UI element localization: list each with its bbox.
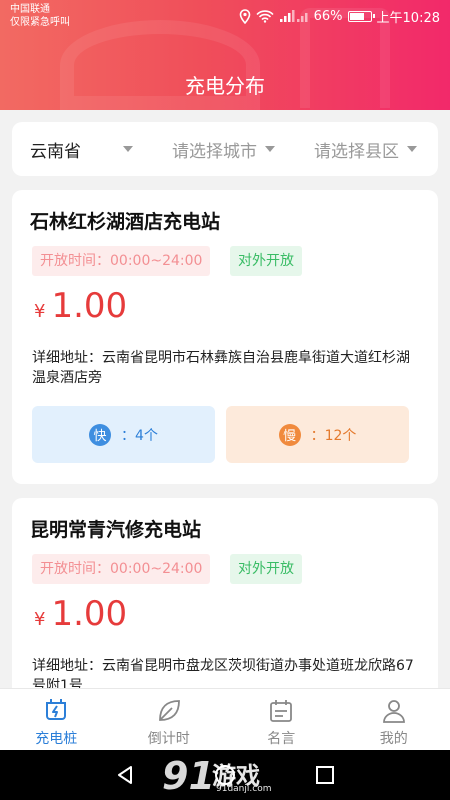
slow-charger-count[interactable]: 慢 ：12个	[226, 406, 409, 463]
tab-charging-pile[interactable]: 充电桩	[0, 689, 113, 750]
watermark-url: 91danji.com	[216, 784, 272, 794]
page-title: 充电分布	[185, 74, 265, 98]
leaf-icon	[158, 700, 180, 721]
province-select[interactable]: 云南省	[30, 122, 133, 176]
slow-count-text: ：12个	[310, 427, 357, 444]
tab-countdown[interactable]: 倒计时	[113, 689, 226, 750]
opening-hours-tag: 开放时间：00:00~24:00	[32, 246, 211, 276]
user-icon	[382, 700, 405, 723]
fast-count-text: ：4个	[121, 427, 158, 444]
opening-hours-tag: 开放时间：00:00~24:00	[32, 554, 211, 584]
province-value: 云南省	[30, 141, 81, 162]
status-bar: 中国联通 仅限紧急呼叫 66% 上午10:28	[0, 0, 450, 34]
carrier-note: 仅限紧急呼叫	[10, 17, 70, 28]
district-select[interactable]: 请选择县区	[314, 122, 417, 176]
chevron-down-icon	[123, 146, 133, 152]
tab-label: 倒计时	[147, 731, 190, 747]
carrier-info: 中国联通 仅限紧急呼叫	[10, 3, 70, 29]
watermark-logo: 91 游戏 91danji.com	[162, 754, 302, 798]
chevron-down-icon	[265, 146, 275, 152]
city-placeholder: 请选择城市	[172, 141, 257, 162]
currency-symbol: ¥	[34, 301, 46, 322]
region-filter: 云南省 请选择城市 请选择县区	[12, 122, 438, 176]
calendar-icon	[270, 700, 293, 722]
price-amount: 1.00	[51, 594, 128, 634]
recents-icon[interactable]	[314, 764, 336, 786]
clock: 上午10:28	[376, 10, 440, 26]
station-name: 昆明常青汽修充电站	[30, 519, 202, 541]
fast-charge-icon: 快	[89, 423, 112, 446]
station-address: 详细地址：云南省昆明市石林彝族自治县鹿阜街道大道红杉湖温泉酒店旁	[32, 350, 410, 386]
location-icon	[239, 8, 250, 24]
back-icon[interactable]	[114, 764, 136, 786]
battery-level	[349, 12, 365, 20]
app-header: 中国联通 仅限紧急呼叫 66% 上午10:28 充电分布	[0, 0, 450, 110]
station-name: 石林红杉湖酒店充电站	[30, 211, 221, 233]
district-placeholder: 请选择县区	[314, 141, 399, 162]
tab-label: 充电桩	[35, 731, 78, 747]
tab-profile[interactable]: 我的	[338, 689, 450, 750]
price: ¥ 1.00	[34, 286, 127, 332]
station-card[interactable]: 石林红杉湖酒店充电站 开放时间：00:00~24:00 对外开放 ¥ 1.00 …	[12, 190, 438, 484]
public-access-tag: 对外开放	[230, 554, 302, 584]
tab-label: 名言	[267, 731, 296, 747]
signal-icon	[279, 10, 308, 22]
status-icons: 66% 上午10:28	[239, 6, 440, 26]
price-amount: 1.00	[51, 286, 128, 326]
currency-symbol: ¥	[34, 609, 46, 630]
battery-percent: 66%	[313, 8, 343, 24]
bottom-tab-bar: 充电桩 倒计时 名言 我的	[0, 688, 450, 750]
carrier-name: 中国联通	[10, 4, 50, 15]
city-select[interactable]: 请选择城市	[172, 122, 275, 176]
tab-quotes[interactable]: 名言	[225, 689, 338, 750]
tab-label: 我的	[379, 731, 408, 747]
chevron-down-icon	[407, 146, 417, 152]
station-card[interactable]: 昆明常青汽修充电站 开放时间：00:00~24:00 对外开放 ¥ 1.00 详…	[12, 498, 438, 698]
wifi-icon	[256, 9, 274, 23]
public-access-tag: 对外开放	[230, 246, 302, 276]
watermark-number: 91	[162, 754, 215, 798]
price: ¥ 1.00	[34, 594, 127, 640]
fast-charger-count[interactable]: 快 ：4个	[32, 406, 215, 463]
slow-charge-icon: 慢	[278, 423, 301, 446]
battery-icon	[347, 10, 375, 22]
charging-pile-icon	[46, 699, 67, 720]
